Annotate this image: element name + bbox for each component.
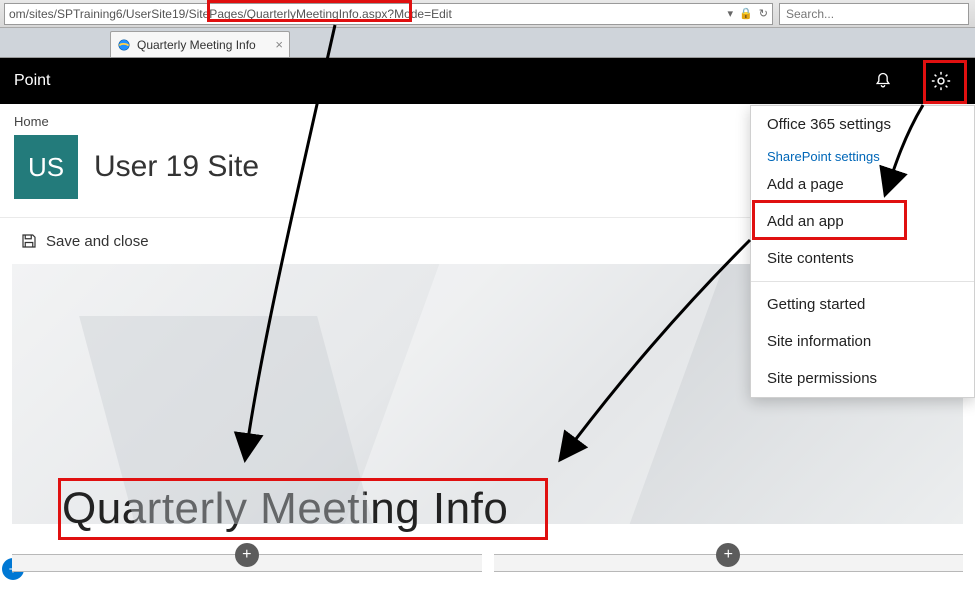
search-placeholder: Search... (786, 7, 834, 21)
save-and-close-button[interactable]: Save and close (46, 233, 149, 250)
page-sections: + + (12, 554, 963, 572)
ie-icon (117, 38, 131, 52)
menu-item-site-permissions[interactable]: Site permissions (751, 360, 974, 397)
address-bar-wrap: om/sites/SPTraining6/UserSite19/SitePage… (0, 3, 773, 25)
notifications-button[interactable] (863, 61, 903, 101)
menu-item-add-page[interactable]: Add a page (751, 166, 974, 203)
refresh-icon[interactable]: ↻ (759, 7, 768, 20)
page-title-area[interactable]: Quarterly Meeting Info (62, 484, 508, 534)
suite-bar-right (863, 61, 961, 101)
add-webpart-button-2[interactable]: + (716, 543, 740, 567)
menu-item-add-app[interactable]: Add an app (751, 203, 974, 240)
settings-button[interactable] (921, 61, 961, 101)
section-column-1[interactable]: + (12, 554, 482, 572)
page-title[interactable]: Quarterly Meeting Info (62, 484, 508, 534)
menu-item-getting-started[interactable]: Getting started (751, 286, 974, 323)
sharepoint-suite-bar: Point (0, 58, 975, 104)
browser-tab-strip: Quarterly Meeting Info × (0, 28, 975, 58)
gear-icon (930, 70, 952, 92)
browser-search-input[interactable]: Search... (779, 3, 969, 25)
close-icon[interactable]: × (275, 37, 283, 52)
address-bar[interactable]: om/sites/SPTraining6/UserSite19/SitePage… (4, 3, 773, 25)
tab-title: Quarterly Meeting Info (137, 38, 256, 52)
dropdown-icon[interactable]: ▾ (728, 7, 734, 20)
menu-item-site-contents[interactable]: Site contents (751, 240, 974, 277)
browser-tab-active[interactable]: Quarterly Meeting Info × (110, 31, 290, 57)
site-title: User 19 Site (94, 150, 259, 184)
section-column-2[interactable]: + (494, 554, 964, 572)
breadcrumb-home[interactable]: Home (14, 114, 49, 129)
sharepoint-brand: Point (14, 72, 50, 90)
menu-item-site-information[interactable]: Site information (751, 323, 974, 360)
settings-menu: Office 365 settings SharePoint settings … (750, 105, 975, 398)
site-logo[interactable]: US (14, 135, 78, 199)
menu-header-sharepoint-settings[interactable]: SharePoint settings (751, 143, 974, 166)
bell-icon (873, 71, 893, 91)
lock-icon: 🔒 (739, 7, 753, 20)
menu-separator (751, 281, 974, 282)
browser-chrome-top: om/sites/SPTraining6/UserSite19/SitePage… (0, 0, 975, 28)
url-text: om/sites/SPTraining6/UserSite19/SitePage… (9, 7, 452, 21)
menu-item-o365-settings[interactable]: Office 365 settings (751, 106, 974, 143)
add-webpart-button-1[interactable]: + (235, 543, 259, 567)
site-logo-initials: US (28, 152, 64, 183)
save-icon (20, 232, 38, 250)
address-bar-right: ▾ 🔒 ↻ (728, 7, 768, 20)
